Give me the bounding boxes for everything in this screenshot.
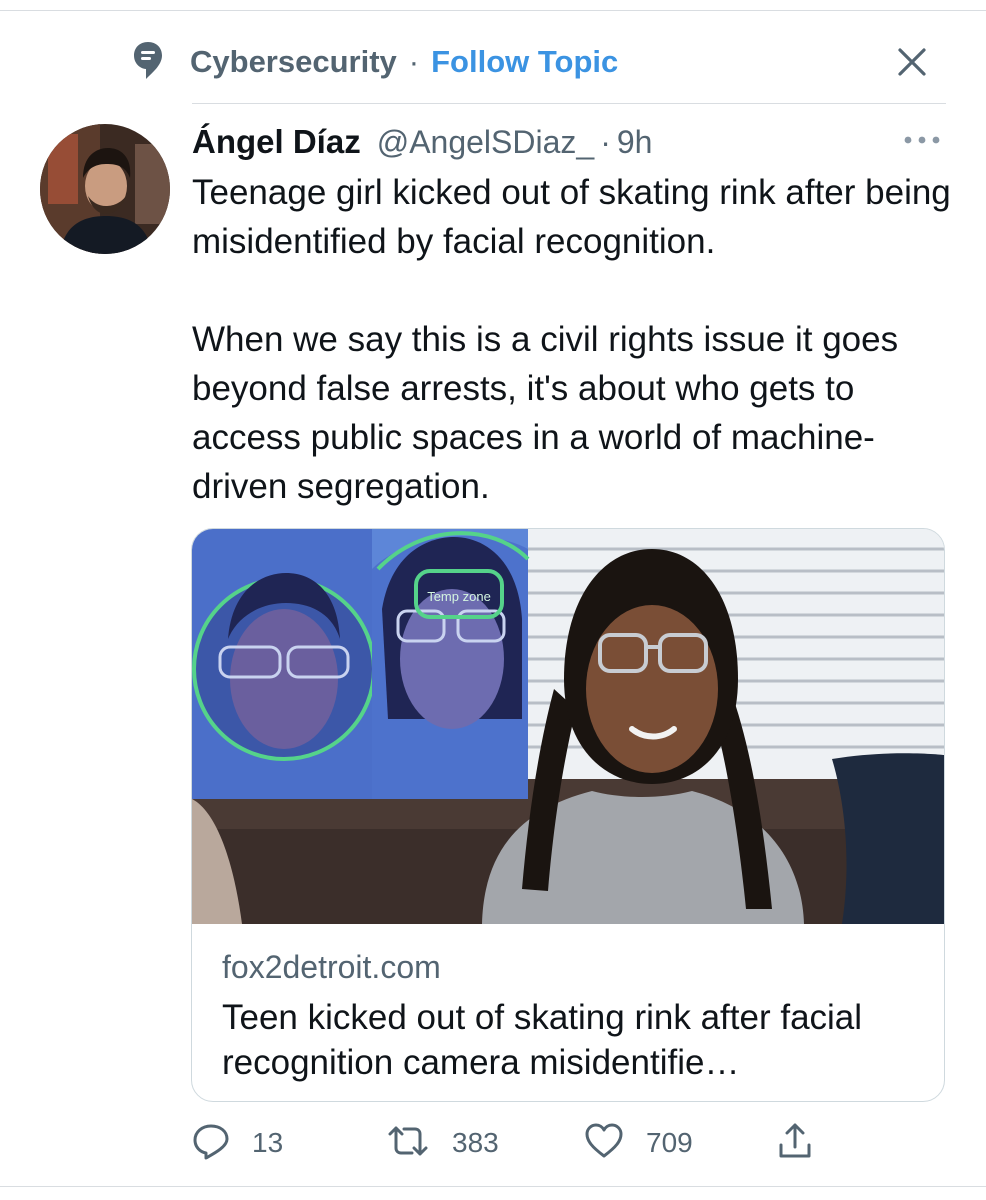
avatar[interactable] [40, 124, 170, 254]
card-thumbnail-image: Temp zone [192, 529, 944, 924]
card-domain: fox2detroit.com [222, 949, 441, 985]
retweet-count: 383 [452, 1127, 499, 1158]
topic-header: Cybersecurity · Follow Topic [130, 36, 950, 88]
tweet-paragraph: When we say this is a civil rights issue… [192, 320, 899, 506]
reply-count: 13 [252, 1127, 284, 1158]
topic-separator: · [408, 44, 420, 79]
share-icon [776, 1121, 814, 1166]
temp-zone-label: Temp zone [427, 589, 491, 604]
reply-icon [192, 1122, 230, 1165]
close-icon[interactable] [894, 44, 930, 80]
topic-divider [192, 103, 946, 104]
like-count: 709 [646, 1127, 693, 1158]
topic-name[interactable]: Cybersecurity [190, 44, 397, 80]
retweet-button[interactable]: 383 [386, 1120, 499, 1166]
reply-button[interactable]: 13 [192, 1120, 283, 1166]
more-dots-icon[interactable] [902, 130, 942, 150]
tweet-text: Teenage girl kicked out of skating rink … [192, 168, 952, 511]
retweet-icon [386, 1122, 430, 1165]
tweet-paragraph: Teenage girl kicked out of skating rink … [192, 173, 951, 261]
tweet-timestamp[interactable]: 9h [617, 124, 653, 161]
tweet-screenshot: Cybersecurity · Follow Topic Ángel Díaz … [0, 0, 986, 1200]
bottom-divider [0, 1186, 986, 1187]
heart-icon [584, 1122, 624, 1165]
time-separator: · [600, 123, 611, 160]
link-preview-card[interactable]: Temp zone fox2detroit.com Teen kicked ou… [191, 528, 945, 1102]
share-button[interactable] [776, 1120, 814, 1166]
top-divider [0, 10, 986, 11]
topic-speech-bubble-icon [130, 38, 166, 86]
author-name[interactable]: Ángel Díaz [192, 123, 361, 161]
tweet-header: Ángel Díaz @AngelSDiaz_ · 9h [192, 118, 652, 166]
tweet-actions: 13 383 709 [192, 1120, 932, 1166]
follow-topic-button[interactable]: Follow Topic [431, 44, 618, 80]
author-handle[interactable]: @AngelSDiaz_ [377, 124, 594, 161]
facial-recognition-inset: Temp zone [192, 529, 530, 799]
card-title: Teen kicked out of skating rink after fa… [222, 998, 863, 1082]
like-button[interactable]: 709 [584, 1120, 693, 1166]
